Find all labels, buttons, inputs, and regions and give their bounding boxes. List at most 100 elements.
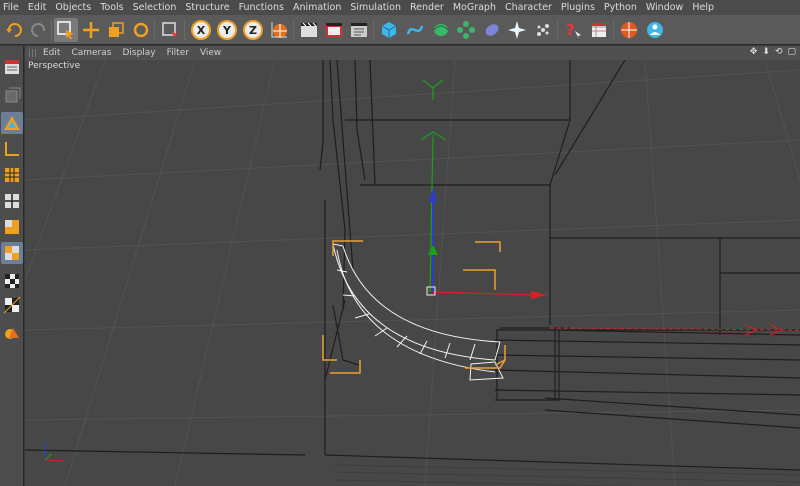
workplane-button[interactable] bbox=[1, 322, 23, 344]
world-axis-indicator bbox=[44, 442, 64, 462]
pan-view-icon[interactable]: ✥ bbox=[750, 47, 758, 57]
toolbar-separator bbox=[184, 20, 185, 40]
particles-icon bbox=[537, 24, 549, 36]
scene-icon bbox=[508, 21, 526, 39]
particles-button[interactable] bbox=[531, 18, 555, 42]
undo-icon bbox=[6, 23, 22, 37]
polygons-mode-button[interactable] bbox=[1, 216, 23, 238]
viewport-menu-view[interactable]: View bbox=[200, 48, 221, 58]
menu-selection[interactable]: Selection bbox=[133, 2, 177, 13]
live-selection-button[interactable] bbox=[54, 18, 78, 42]
deformer-button[interactable] bbox=[480, 18, 504, 42]
cube-button[interactable] bbox=[377, 18, 401, 42]
menu-help[interactable]: Help bbox=[692, 2, 714, 13]
array-button[interactable] bbox=[454, 18, 478, 42]
checker-button[interactable] bbox=[1, 294, 23, 316]
menu-window[interactable]: Window bbox=[646, 2, 683, 13]
viewport-menu-display[interactable]: Display bbox=[122, 48, 155, 58]
null-icon bbox=[592, 23, 606, 37]
recent-tool-icon bbox=[162, 22, 178, 39]
perspective-viewport[interactable]: Perspective bbox=[25, 60, 800, 486]
rotate-button[interactable] bbox=[129, 18, 153, 42]
recent-tool-button[interactable] bbox=[158, 18, 182, 42]
viewport-menu-edit[interactable]: Edit bbox=[43, 48, 60, 58]
menu-python[interactable]: Python bbox=[604, 2, 637, 13]
svg-text:?: ? bbox=[566, 21, 575, 39]
y-axis-label: Y bbox=[223, 23, 231, 37]
viewport-menu-filter[interactable]: Filter bbox=[167, 48, 189, 58]
spline-pen-icon bbox=[406, 25, 424, 35]
help-button[interactable]: ? bbox=[561, 18, 585, 42]
viewport-menu-cameras[interactable]: Cameras bbox=[71, 48, 111, 58]
coordinate-system-button[interactable] bbox=[267, 18, 291, 42]
toolbar-separator bbox=[557, 20, 558, 40]
toolbar-separator bbox=[154, 20, 155, 40]
texture-mode-icon bbox=[4, 116, 20, 130]
menu-functions[interactable]: Functions bbox=[239, 2, 284, 13]
texture-mode-button[interactable] bbox=[1, 112, 23, 134]
menu-simulation[interactable]: Simulation bbox=[350, 2, 401, 13]
move-button[interactable] bbox=[79, 18, 103, 42]
panel-grip-icon[interactable] bbox=[29, 49, 37, 57]
spline-pen-button[interactable] bbox=[403, 18, 427, 42]
viewport-menubar: Edit Cameras Display Filter View ✥ ⬇ ⟲ ▢ bbox=[25, 46, 800, 60]
menu-plugins[interactable]: Plugins bbox=[561, 2, 595, 13]
left-mode-toolbar bbox=[0, 46, 24, 486]
redo-button[interactable] bbox=[27, 18, 51, 42]
render-settings-icon bbox=[351, 23, 367, 37]
polygons-mode-icon bbox=[5, 220, 19, 234]
undo-button[interactable] bbox=[2, 18, 26, 42]
menu-edit[interactable]: Edit bbox=[28, 2, 46, 13]
menu-render[interactable]: Render bbox=[410, 2, 444, 13]
scene-button[interactable] bbox=[505, 18, 529, 42]
render-view-button[interactable] bbox=[297, 18, 321, 42]
axis-mode-button[interactable] bbox=[1, 138, 23, 160]
menu-objects[interactable]: Objects bbox=[55, 2, 91, 13]
ground-grid bbox=[25, 60, 800, 486]
z-axis-label: Z bbox=[249, 23, 257, 37]
render-picture-viewer-button[interactable] bbox=[322, 18, 346, 42]
z-axis-button[interactable]: Z bbox=[241, 18, 265, 42]
points-mode-button[interactable] bbox=[1, 164, 23, 186]
viewport-nav-controls: ✥ ⬇ ⟲ ▢ bbox=[750, 47, 796, 57]
array-icon bbox=[457, 21, 475, 39]
scale-icon bbox=[109, 22, 124, 37]
menu-structure[interactable]: Structure bbox=[185, 2, 229, 13]
edges-mode-button[interactable] bbox=[1, 190, 23, 212]
move-icon bbox=[83, 22, 99, 38]
uvw-mode-button[interactable] bbox=[1, 242, 23, 264]
x-axis-button[interactable]: X bbox=[189, 18, 213, 42]
dolly-view-icon[interactable]: ⬇ bbox=[762, 47, 770, 57]
menu-animation[interactable]: Animation bbox=[293, 2, 341, 13]
main-menubar: File Edit Objects Tools Selection Struct… bbox=[0, 0, 800, 15]
mograph-button[interactable] bbox=[617, 18, 641, 42]
rotate-view-icon[interactable]: ⟲ bbox=[775, 47, 783, 57]
nurbs-button[interactable] bbox=[429, 18, 453, 42]
menu-tools[interactable]: Tools bbox=[100, 2, 123, 13]
rotate-icon bbox=[133, 22, 149, 38]
object-mode-icon bbox=[5, 87, 21, 103]
viewport-scene[interactable] bbox=[25, 60, 800, 486]
main-toolbar: X Y Z ? bbox=[0, 15, 800, 45]
mograph-icon bbox=[621, 22, 637, 38]
cube-icon bbox=[381, 22, 397, 38]
maximize-view-icon[interactable]: ▢ bbox=[787, 47, 796, 57]
snap-icon bbox=[5, 274, 19, 288]
viewport-camera-label: Perspective bbox=[28, 61, 81, 71]
redo-icon bbox=[31, 23, 46, 37]
selection-bounds bbox=[322, 240, 506, 374]
points-mode-icon bbox=[5, 168, 19, 182]
menu-mograph[interactable]: MoGraph bbox=[453, 2, 496, 13]
object-mode-button[interactable] bbox=[1, 84, 23, 106]
x-axis-label: X bbox=[196, 23, 206, 37]
character-button[interactable] bbox=[643, 18, 667, 42]
scale-button[interactable] bbox=[104, 18, 128, 42]
null-object-button[interactable] bbox=[587, 18, 611, 42]
snap-button[interactable] bbox=[1, 270, 23, 292]
y-axis-button[interactable]: Y bbox=[215, 18, 239, 42]
menu-file[interactable]: File bbox=[3, 2, 19, 13]
menu-character[interactable]: Character bbox=[505, 2, 552, 13]
model-mode-button[interactable] bbox=[1, 56, 23, 78]
render-picture-viewer-icon bbox=[326, 23, 342, 37]
render-settings-button[interactable] bbox=[347, 18, 371, 42]
